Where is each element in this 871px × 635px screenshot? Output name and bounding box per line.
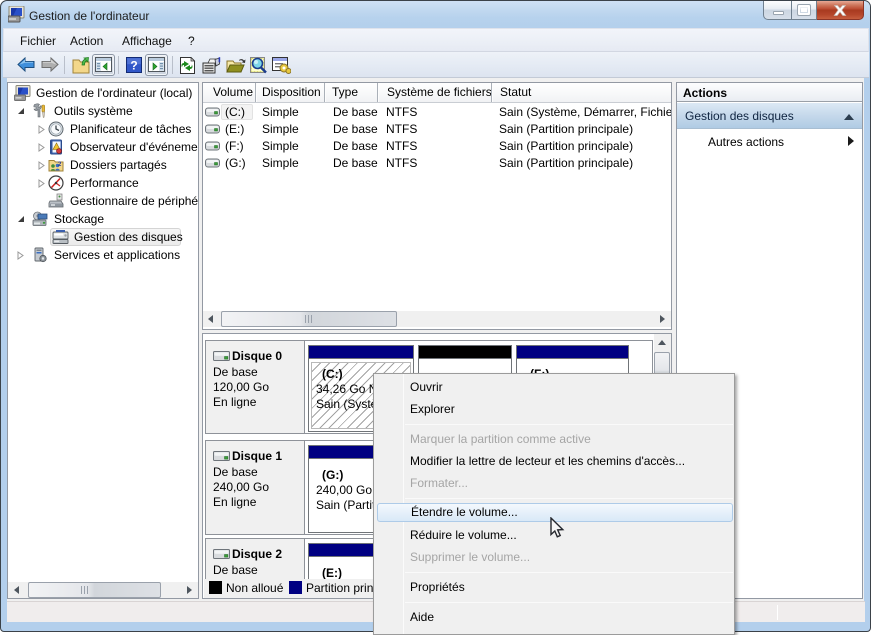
- svg-text:?: ?: [130, 59, 137, 73]
